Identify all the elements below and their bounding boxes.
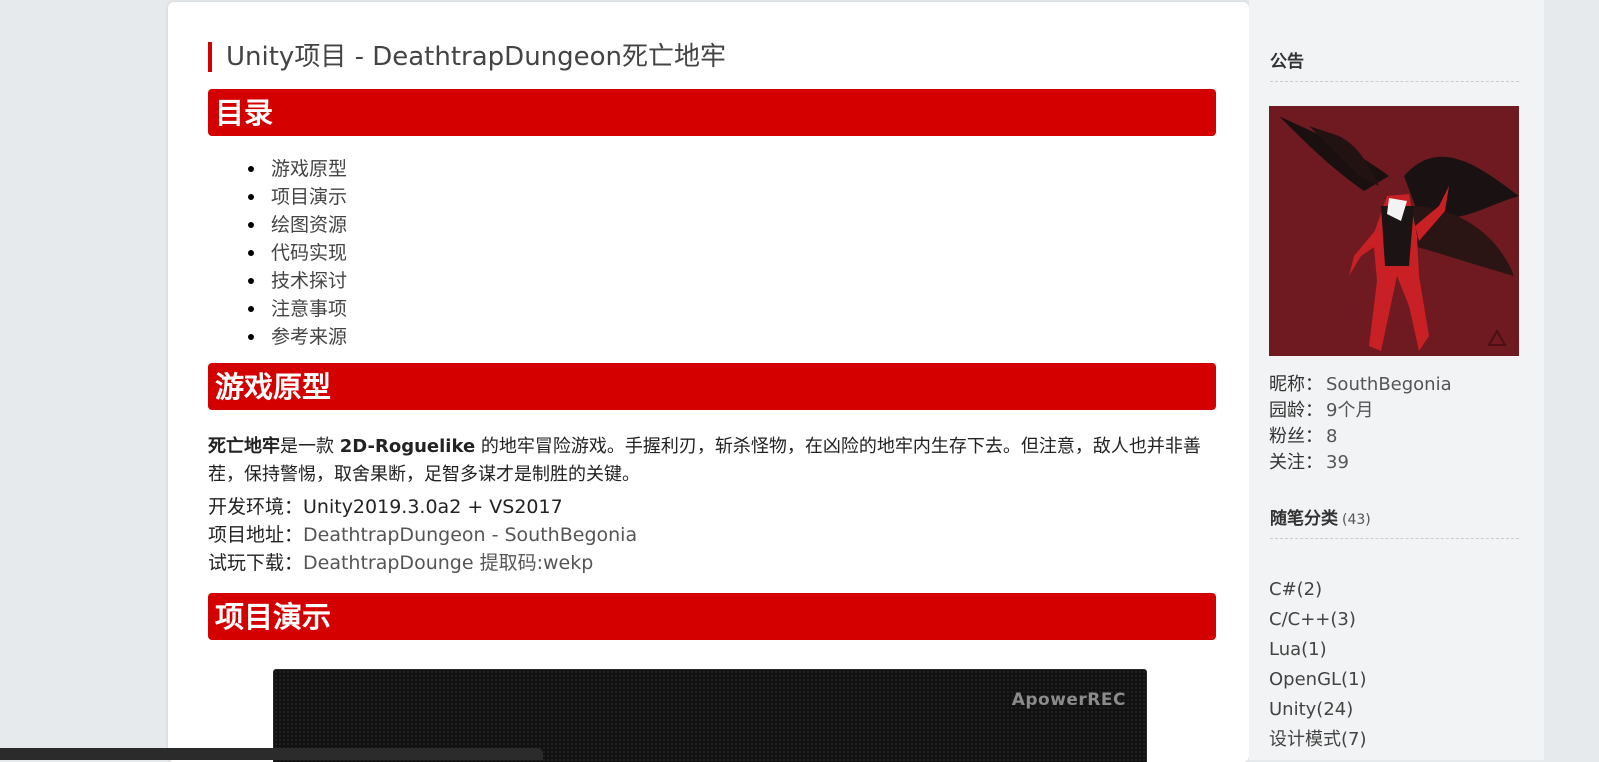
profile-age: 园龄： 9个月 (1269, 400, 1374, 421)
toc-item[interactable]: 绘图资源 (248, 211, 347, 239)
post-title[interactable]: Unity项目 - DeathtrapDungeon死亡地牢 (208, 42, 726, 72)
dev-env-line: 开发环境：Unity2019.3.0a2 + VS2017 (208, 496, 563, 518)
download-line: 试玩下载：DeathtrapDounge 提取码:wekp (208, 552, 594, 574)
category-item[interactable]: OpenGL(1) (1269, 665, 1367, 695)
toc-item[interactable]: 注意事项 (248, 295, 347, 323)
download-link[interactable]: DeathtrapDounge 提取码:wekp (303, 552, 593, 574)
bottom-bar (0, 748, 543, 760)
category-item[interactable]: C/C++(3) (1269, 605, 1367, 635)
category-item[interactable]: Lua(1) (1269, 635, 1367, 665)
intro-paragraph: 死亡地牢是一款 2D-Roguelike 的地牢冒险游戏。手握利刃，斩杀怪物，在… (208, 436, 1201, 485)
repo-line: 项目地址：DeathtrapDungeon - SouthBegonia (208, 524, 638, 546)
repo-link[interactable]: DeathtrapDungeon - SouthBegonia (303, 524, 637, 546)
game-name: 死亡地牢 (208, 436, 280, 457)
categories-title: 随笔分类 (43) (1270, 508, 1519, 539)
section-header-toc: 目录 (208, 89, 1216, 136)
section-header-prototype: 游戏原型 (208, 363, 1216, 410)
profile-followers: 粉丝： 8 (1269, 426, 1338, 447)
avatar[interactable] (1269, 106, 1519, 356)
game-genre: 2D-Roguelike (339, 436, 476, 457)
profile-following: 关注： 39 (1269, 452, 1349, 473)
category-item[interactable]: 设计模式(7) (1269, 725, 1367, 755)
toc-item[interactable]: 技术探讨 (248, 267, 347, 295)
dev-env-value: Unity2019.3.0a2 + VS2017 (303, 496, 563, 518)
category-list: C#(2) C/C++(3) Lua(1) OpenGL(1) Unity(24… (1269, 575, 1367, 755)
category-item[interactable]: C#(2) (1269, 575, 1367, 605)
toc-item[interactable]: 游戏原型 (248, 155, 347, 183)
article-card: Unity项目 - DeathtrapDungeon死亡地牢 目录 游戏原型 项… (168, 2, 1249, 762)
notice-title: 公告 (1270, 51, 1519, 82)
categories-count: (43) (1342, 512, 1371, 528)
profile-nickname: 昵称： SouthBegonia (1269, 374, 1452, 395)
toc-list: 游戏原型 项目演示 绘图资源 代码实现 技术探讨 注意事项 参考来源 (248, 155, 347, 351)
video-watermark: ApowerREC (1011, 690, 1126, 710)
toc-item[interactable]: 代码实现 (248, 239, 347, 267)
nickname-link[interactable]: SouthBegonia (1326, 374, 1452, 395)
toc-item[interactable]: 项目演示 (248, 183, 347, 211)
toc-item[interactable]: 参考来源 (248, 323, 347, 351)
sidebar: 公告 昵称： SouthBegonia 园龄： 9个月 粉丝： 8 关注： 39 随笔分… (1249, 0, 1544, 760)
category-item[interactable]: Unity(24) (1269, 695, 1367, 725)
profile-info: 昵称： SouthBegonia 园龄： 9个月 粉丝： 8 关注： 39 (1269, 372, 1452, 476)
section-header-demo: 项目演示 (208, 593, 1216, 640)
